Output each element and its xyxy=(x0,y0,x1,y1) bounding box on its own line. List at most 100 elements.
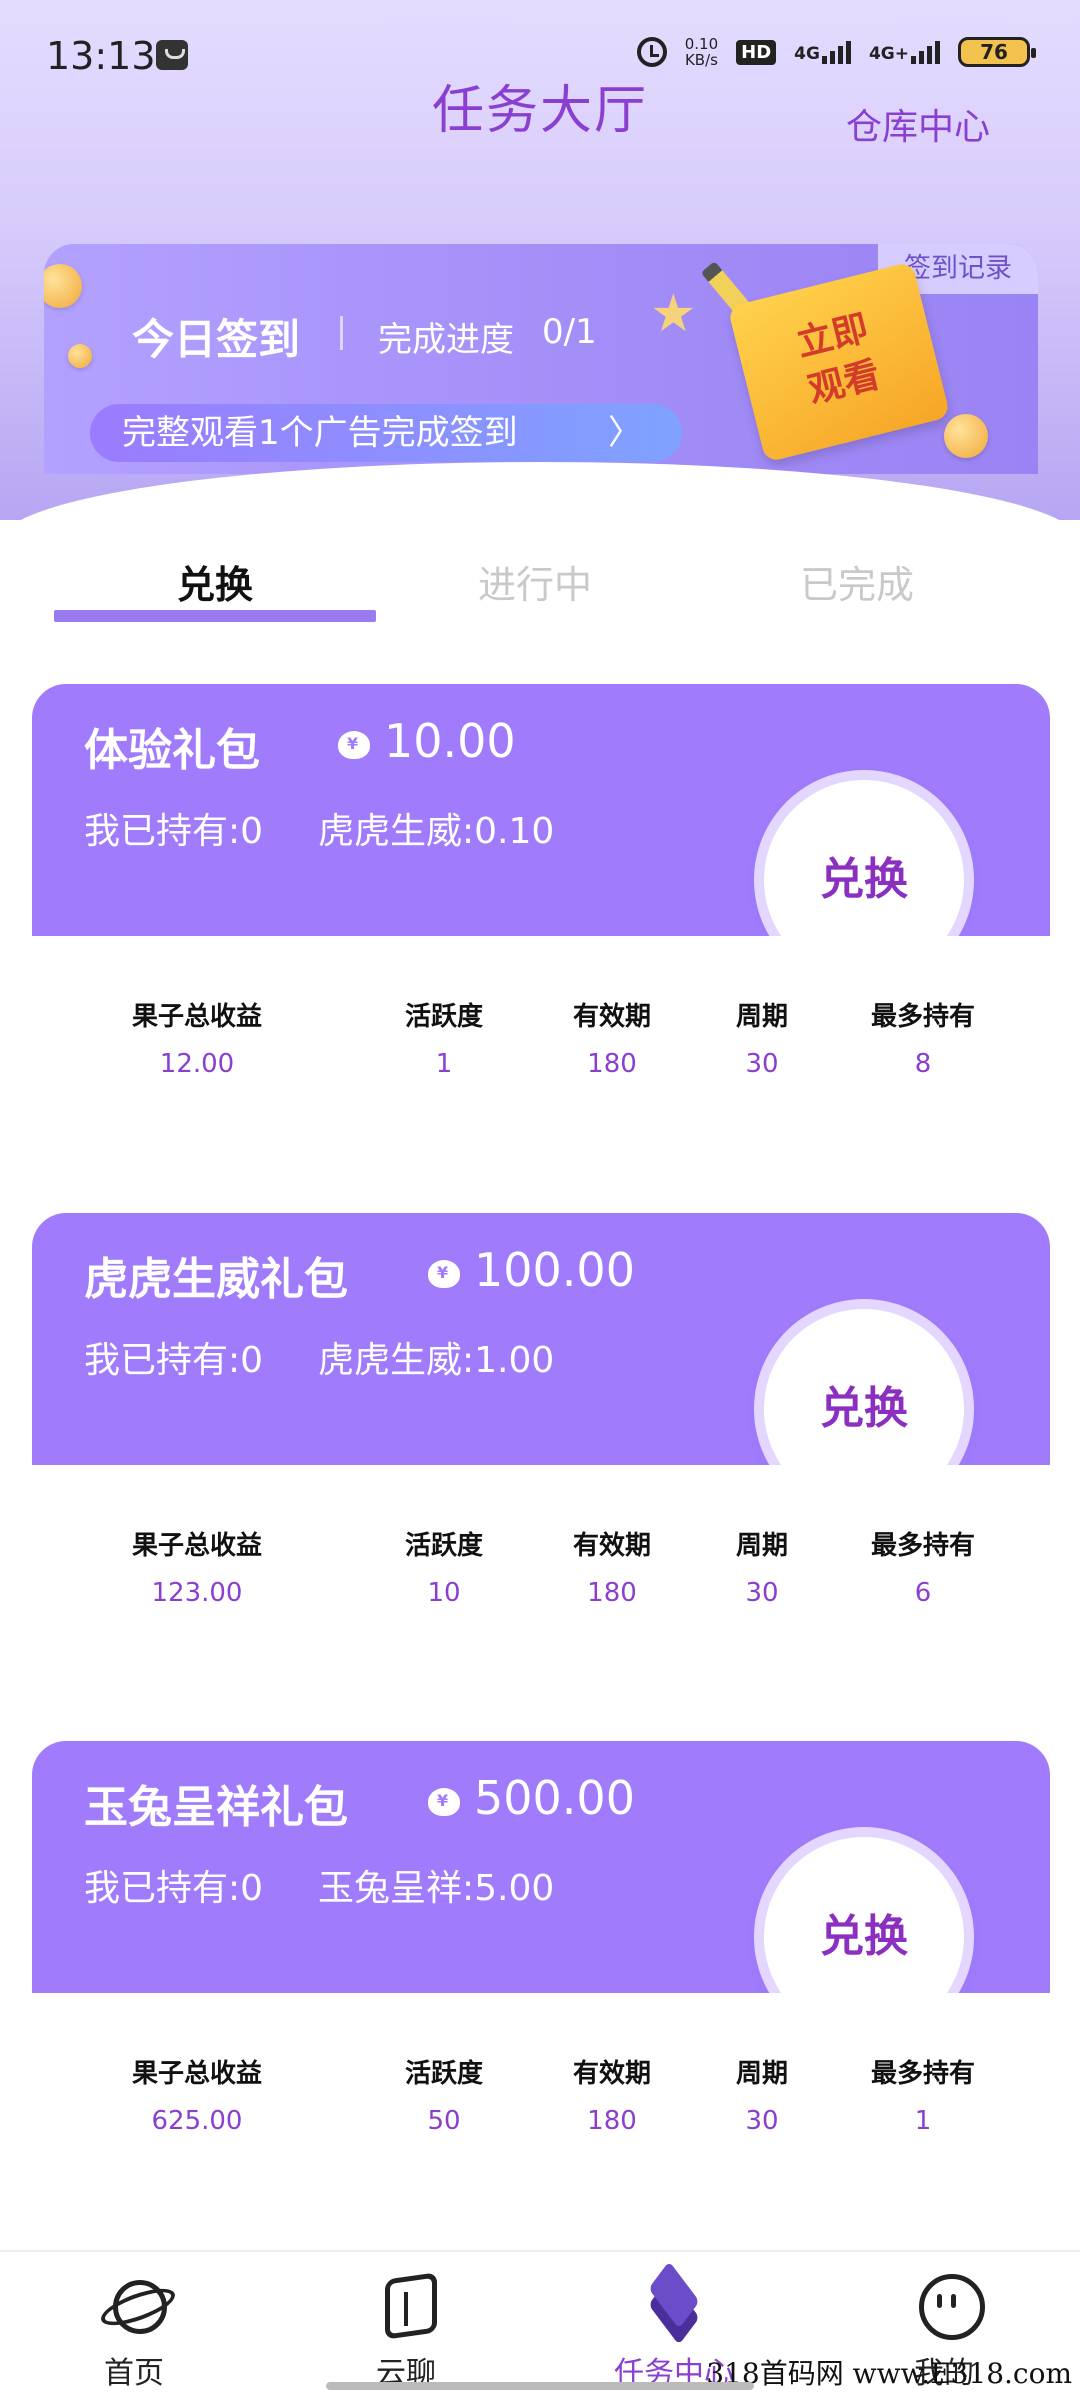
pack-price-value: 100.00 xyxy=(474,1243,635,1297)
gift-pack-card: 玉兔呈祥礼包 500.00 我已持有:0 玉兔呈祥:5.00 兑换 果子总收益 6… xyxy=(32,1741,1050,2181)
pack-stats: 果子总收益 123.00 活跃度 10 有效期 180 周期 30 最多持有 6 xyxy=(32,1465,1050,1645)
stat-value: 30 xyxy=(745,2106,779,2136)
coin-icon xyxy=(68,344,92,368)
face-icon xyxy=(909,2272,985,2340)
stat-total-income: 果子总收益 123.00 xyxy=(112,1525,282,1608)
tab-in-progress[interactable]: 进行中 xyxy=(374,554,696,609)
signal-4g-plus-icon: 4G+ xyxy=(869,40,940,64)
stat-value: 123.00 xyxy=(151,1578,243,1608)
stat-value: 30 xyxy=(745,1578,779,1608)
pack-stats: 果子总收益 12.00 活跃度 1 有效期 180 周期 30 最多持有 8 xyxy=(32,936,1050,1116)
watch-now-text: 立即 观看 xyxy=(735,291,943,430)
pack-price: 100.00 xyxy=(426,1243,635,1297)
pack-reward: 虎虎生威:1.00 xyxy=(318,1340,555,1381)
stat-label: 最多持有 xyxy=(870,1002,975,1032)
gift-pack-header: 虎虎生威礼包 100.00 我已持有:0 虎虎生威:1.00 兑换 xyxy=(32,1213,1050,1509)
network-speed: 0.10 KB/s xyxy=(685,36,718,68)
pack-reward: 虎虎生威:0.10 xyxy=(318,811,555,852)
stat-label: 有效期 xyxy=(572,1531,651,1561)
stat-activity: 活跃度 1 xyxy=(384,996,504,1079)
stat-value: 6 xyxy=(914,1578,932,1608)
pack-price: 500.00 xyxy=(426,1771,635,1825)
stat-label: 活跃度 xyxy=(404,2059,483,2089)
stat-total-income: 果子总收益 625.00 xyxy=(112,2053,282,2136)
nav-home[interactable]: 首页 xyxy=(54,2272,214,2392)
planet-icon xyxy=(99,2272,169,2336)
stat-validity: 有效期 180 xyxy=(552,1525,672,1608)
tab-completed[interactable]: 已完成 xyxy=(696,554,1018,609)
hd-icon: HD xyxy=(736,39,777,65)
active-tab-indicator xyxy=(54,610,376,622)
stat-value: 1 xyxy=(435,1049,453,1079)
chevron-right-icon: 〉 xyxy=(608,413,642,453)
signin-progress-label: 完成进度 xyxy=(378,320,514,360)
daily-signin-card: 签到记录 今日签到 完成进度 0/1 ★ 立即 观看 完整观看1个广告完成签到 … xyxy=(44,244,1038,474)
status-icons: 0.10 KB/s HD 4G 4G+ 76 xyxy=(636,36,1036,68)
warehouse-center-link[interactable]: 仓库中心 xyxy=(846,98,990,150)
gift-pack-header: 体验礼包 10.00 我已持有:0 虎虎生威:0.10 兑换 xyxy=(32,684,1050,980)
signal-4g-label: 4G xyxy=(794,44,820,64)
battery-icon: 76 xyxy=(958,37,1036,67)
nav-label: 首页 xyxy=(104,2356,164,2391)
watermark: 318首码网 www.E318.com xyxy=(706,2357,1072,2390)
watch-now-note[interactable]: 立即 观看 xyxy=(727,261,951,463)
stat-value: 30 xyxy=(745,1049,779,1079)
pack-name: 体验礼包 xyxy=(84,725,260,776)
coin-icon xyxy=(44,264,82,308)
signal-4g-icon: 4G xyxy=(794,40,851,64)
stat-max-hold: 最多持有 1 xyxy=(848,2053,998,2136)
stat-cycle: 周期 30 xyxy=(712,1525,812,1608)
stat-label: 周期 xyxy=(735,1002,788,1032)
stat-label: 果子总收益 xyxy=(131,1002,262,1032)
pack-held-count: 我已持有:0 xyxy=(84,1868,264,1909)
stat-value: 50 xyxy=(427,2106,461,2136)
nav-cloud-chat[interactable]: 云聊 xyxy=(326,2272,486,2392)
pack-price-value: 500.00 xyxy=(474,1771,635,1825)
stat-label: 有效期 xyxy=(572,2059,651,2089)
task-tabs: 兑换 进行中 已完成 xyxy=(0,540,1080,630)
stat-label: 周期 xyxy=(735,1531,788,1561)
pack-held-count: 我已持有:0 xyxy=(84,1340,264,1381)
stat-value: 1 xyxy=(914,2106,932,2136)
signin-title: 今日签到 xyxy=(132,315,301,364)
stat-label: 活跃度 xyxy=(404,1531,483,1561)
pack-price: 10.00 xyxy=(336,714,516,768)
stat-value: 625.00 xyxy=(151,2106,243,2136)
gift-pack-card: 体验礼包 10.00 我已持有:0 虎虎生威:0.10 兑换 果子总收益 12.0… xyxy=(32,684,1050,1124)
stat-label: 最多持有 xyxy=(870,1531,975,1561)
network-speed-unit: KB/s xyxy=(684,51,718,69)
cube-icon xyxy=(371,2272,441,2336)
layers-icon xyxy=(639,2272,709,2336)
pack-reward: 玉兔呈祥:5.00 xyxy=(318,1868,555,1909)
stat-label: 果子总收益 xyxy=(131,2059,262,2089)
home-indicator[interactable] xyxy=(326,2382,754,2390)
stat-value: 180 xyxy=(587,1578,637,1608)
stat-value: 180 xyxy=(587,1049,637,1079)
coin-icon xyxy=(944,414,988,458)
money-bag-icon xyxy=(426,1252,462,1288)
signin-progress-value: 0/1 xyxy=(542,312,597,352)
watch-ad-signin-button[interactable]: 完整观看1个广告完成签到 〉 xyxy=(90,404,682,462)
stat-validity: 有效期 180 xyxy=(552,996,672,1079)
stat-max-hold: 最多持有 6 xyxy=(848,1525,998,1608)
stat-label: 活跃度 xyxy=(404,1002,483,1032)
stat-label: 果子总收益 xyxy=(131,1531,262,1561)
stat-label: 周期 xyxy=(735,2059,788,2089)
money-bag-icon xyxy=(426,1780,462,1816)
stat-value: 8 xyxy=(914,1049,932,1079)
stat-total-income: 果子总收益 12.00 xyxy=(112,996,282,1079)
stat-activity: 活跃度 50 xyxy=(384,2053,504,2136)
signal-4g-plus-label: 4G+ xyxy=(868,44,909,64)
pack-price-value: 10.00 xyxy=(384,714,516,768)
pack-name: 玉兔呈祥礼包 xyxy=(84,1782,348,1833)
stat-value: 10 xyxy=(427,1578,461,1608)
stat-cycle: 周期 30 xyxy=(712,996,812,1079)
notification-app-icon xyxy=(156,40,188,70)
stat-activity: 活跃度 10 xyxy=(384,1525,504,1608)
star-icon: ★ xyxy=(650,284,697,344)
stat-max-hold: 最多持有 8 xyxy=(848,996,998,1079)
network-speed-value: 0.10 xyxy=(684,35,719,53)
tab-exchange[interactable]: 兑换 xyxy=(54,554,376,609)
pack-name: 虎虎生威礼包 xyxy=(84,1254,348,1305)
money-bag-icon xyxy=(336,723,372,759)
